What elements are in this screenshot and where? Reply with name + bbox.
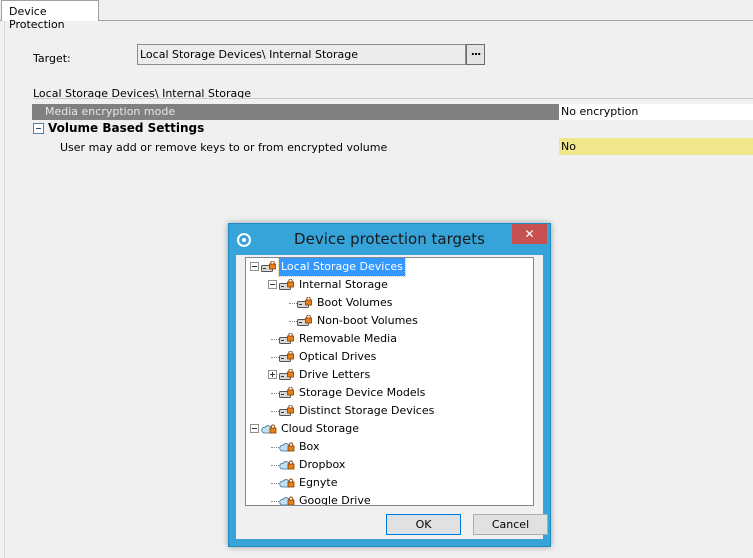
tree-item[interactable]: Internal Storage xyxy=(246,276,533,294)
collapse-toggle-icon[interactable] xyxy=(33,123,44,134)
tree-item-label: Box xyxy=(299,440,320,453)
dialog-client-area: ▲ ▼ Local Storage DevicesInternal Storag… xyxy=(236,255,548,539)
storage-lock-icon xyxy=(279,368,295,381)
tree-item[interactable]: Distinct Storage Devices xyxy=(246,402,533,420)
tree-connector xyxy=(271,411,279,412)
tree-item[interactable]: Dropbox xyxy=(246,456,533,474)
tree-item-label: Storage Device Models xyxy=(299,386,426,399)
dialog-title: Device protection targets xyxy=(294,230,485,248)
media-encryption-label: Media encryption mode xyxy=(32,104,559,120)
storage-lock-icon xyxy=(297,296,313,309)
tree-item-label: Non-boot Volumes xyxy=(317,314,418,327)
ok-button[interactable]: OK xyxy=(386,514,461,535)
tree-connector xyxy=(271,357,279,358)
close-button[interactable]: ✕ xyxy=(512,224,547,244)
tree-item-label: Egnyte xyxy=(299,476,338,489)
tree-connector xyxy=(289,321,297,322)
expand-icon[interactable] xyxy=(268,370,277,379)
tree-connector xyxy=(271,447,279,448)
cancel-button[interactable]: Cancel xyxy=(473,514,548,535)
user-keys-label: User may add or remove keys to or from e… xyxy=(60,141,388,154)
cloud-lock-icon xyxy=(279,495,295,505)
tree-connector xyxy=(271,501,279,502)
tree-connector xyxy=(271,393,279,394)
tree-item[interactable]: Boot Volumes xyxy=(246,294,533,312)
tree-connector xyxy=(271,465,279,466)
media-encryption-value[interactable]: No encryption xyxy=(559,104,753,120)
tree-item[interactable]: Removable Media xyxy=(246,330,533,348)
tree-item-label: Local Storage Devices xyxy=(278,258,406,277)
storage-lock-icon xyxy=(279,332,295,345)
browse-button[interactable]: ... xyxy=(466,44,485,65)
divider xyxy=(33,98,753,99)
cloud-lock-icon xyxy=(279,441,295,453)
tree-item-label: Internal Storage xyxy=(299,278,388,291)
tree-item[interactable]: Storage Device Models xyxy=(246,384,533,402)
cloud-lock-icon xyxy=(261,423,277,435)
tree-item-label: Boot Volumes xyxy=(317,296,393,309)
tree-item-label: Optical Drives xyxy=(299,350,377,363)
cloud-lock-icon xyxy=(279,459,295,471)
tree-item[interactable]: Local Storage Devices xyxy=(246,258,533,277)
tree-item[interactable]: Optical Drives xyxy=(246,348,533,366)
target-label: Target: xyxy=(33,52,71,65)
group-header: Volume Based Settings xyxy=(48,121,205,135)
tree-item[interactable]: Egnyte xyxy=(246,474,533,492)
target-field[interactable]: Local Storage Devices\ Internal Storage xyxy=(137,44,466,65)
user-keys-value[interactable]: No xyxy=(559,138,753,155)
storage-lock-icon xyxy=(279,404,295,417)
dialog-title-bar: Device protection targets ✕ xyxy=(229,224,550,255)
tab-device-protection[interactable]: Device Protection xyxy=(1,0,99,31)
collapse-icon[interactable] xyxy=(250,424,259,433)
cloud-lock-icon xyxy=(279,477,295,489)
tree-item-label: Google Drive xyxy=(299,494,371,506)
tree-item[interactable]: Google Drive xyxy=(246,492,533,506)
storage-lock-icon xyxy=(279,350,295,363)
tree-item-label: Cloud Storage xyxy=(281,422,359,435)
tree-item[interactable]: Box xyxy=(246,438,533,456)
tree-connector xyxy=(271,483,279,484)
storage-lock-icon xyxy=(261,260,277,273)
tree-item-label: Distinct Storage Devices xyxy=(299,404,435,417)
tree-connector xyxy=(271,339,279,340)
storage-lock-icon xyxy=(279,386,295,399)
tree-connector xyxy=(289,303,297,304)
tree-item-label: Dropbox xyxy=(299,458,346,471)
device-targets-dialog: Device protection targets ✕ ▲ ▼ Local St… xyxy=(228,223,551,547)
tree-item[interactable]: Non-boot Volumes xyxy=(246,312,533,330)
collapse-icon[interactable] xyxy=(250,262,259,271)
dialog-frame: ▲ ▼ Local Storage DevicesInternal Storag… xyxy=(229,255,550,546)
target-tree[interactable]: ▲ ▼ Local Storage DevicesInternal Storag… xyxy=(245,257,534,506)
tree-item[interactable]: Drive Letters xyxy=(246,366,533,384)
tree-item[interactable]: Cloud Storage xyxy=(246,420,533,438)
collapse-icon[interactable] xyxy=(268,280,277,289)
storage-lock-icon xyxy=(297,314,313,327)
tree-item-label: Drive Letters xyxy=(299,368,371,381)
tree-item-label: Removable Media xyxy=(299,332,397,345)
storage-lock-icon xyxy=(279,278,295,291)
tab-strip xyxy=(0,0,753,21)
